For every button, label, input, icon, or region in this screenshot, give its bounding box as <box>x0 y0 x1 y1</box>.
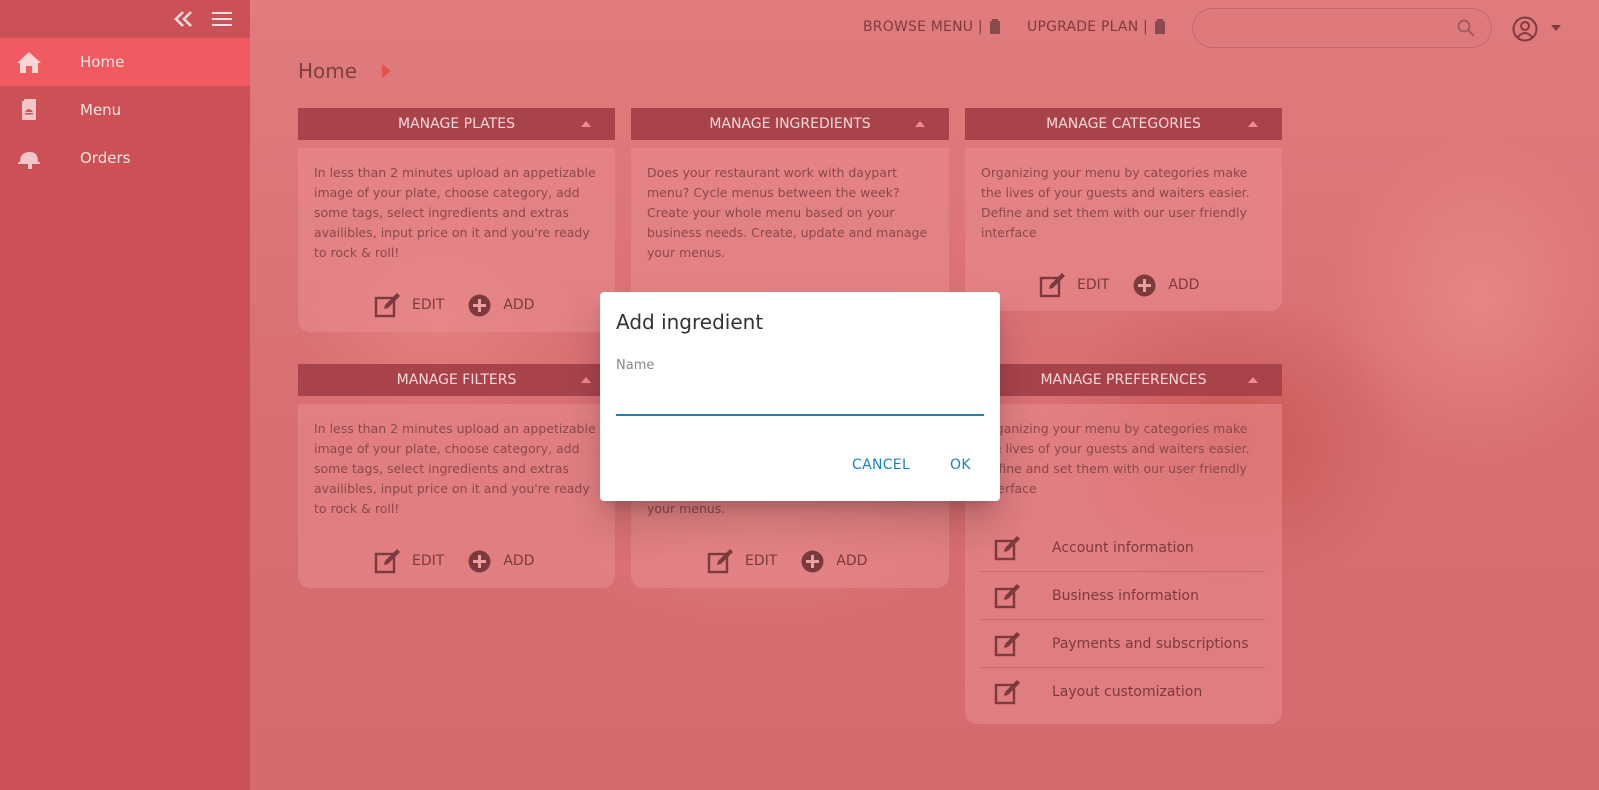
cancel-button[interactable]: CANCEL <box>852 457 910 473</box>
card-description: Organizing your menu by categories make … <box>981 165 1250 240</box>
edit-icon[interactable] <box>1039 272 1067 298</box>
ok-button[interactable]: OK <box>950 457 971 473</box>
card-title: MANAGE FILTERS <box>396 372 517 388</box>
card-title: MANAGE PLATES <box>398 116 515 132</box>
manage-ingredients-header[interactable]: MANAGE INGREDIENTS <box>631 108 949 140</box>
preference-payments-subscriptions[interactable]: Payments and subscriptions <box>980 620 1265 668</box>
hamburger-menu-icon[interactable] <box>211 11 233 27</box>
edit-icon[interactable] <box>707 548 735 574</box>
double-chevron-left-icon[interactable] <box>173 10 195 28</box>
manage-preferences-header[interactable]: MANAGE PREFERENCES <box>965 364 1282 396</box>
edit-button[interactable]: EDIT <box>412 297 444 313</box>
edit-icon <box>994 632 1020 657</box>
card-description: Organizing your menu by categories make … <box>981 421 1250 496</box>
add-button[interactable]: ADD <box>1168 277 1199 293</box>
collapse-arrow-icon[interactable] <box>915 121 925 127</box>
breadcrumb-arrow-icon <box>382 64 391 78</box>
edit-icon <box>994 536 1020 561</box>
upgrade-plan-label: UPGRADE PLAN | <box>1027 19 1148 35</box>
card-title: MANAGE INGREDIENTS <box>709 116 871 132</box>
card-description: In less than 2 minutes upload an appetiz… <box>314 421 596 516</box>
collapse-arrow-icon[interactable] <box>581 377 591 383</box>
preference-account-information[interactable]: Account information <box>980 524 1265 572</box>
collapse-arrow-icon[interactable] <box>581 121 591 127</box>
preference-business-information[interactable]: Business information <box>980 572 1265 620</box>
sidebar-item-label: Home <box>80 53 125 71</box>
preference-label: Business information <box>1052 587 1199 604</box>
preference-label: Payments and subscriptions <box>1052 635 1249 652</box>
dialog-title: Add ingredient <box>616 310 764 334</box>
card-title: MANAGE CATEGORIES <box>1046 116 1201 132</box>
menu-tag-icon <box>1154 19 1165 34</box>
sidebar-item-label: Menu <box>80 101 122 119</box>
name-field[interactable] <box>616 380 984 416</box>
sidebar: Home Menu Orders <box>0 0 250 790</box>
card-actions: EDIT ADD <box>707 548 867 574</box>
edit-icon[interactable] <box>374 292 402 318</box>
edit-button[interactable]: EDIT <box>1077 277 1109 293</box>
edit-icon <box>994 680 1020 705</box>
name-field-label: Name <box>616 358 655 373</box>
sidebar-item-label: Orders <box>80 149 131 167</box>
preference-label: Layout customization <box>1052 684 1203 700</box>
sidebar-item-orders[interactable]: Orders <box>0 134 250 182</box>
add-ingredient-dialog: Add ingredient Name CANCEL OK <box>600 292 1000 501</box>
add-circle-icon[interactable] <box>468 294 491 317</box>
home-icon <box>17 52 41 73</box>
collapse-arrow-icon[interactable] <box>1248 121 1258 127</box>
card-description: your menus. <box>647 501 726 516</box>
manage-filters-header[interactable]: MANAGE FILTERS <box>298 364 615 396</box>
sidebar-header <box>0 0 250 38</box>
add-button[interactable]: ADD <box>503 553 534 569</box>
add-circle-icon[interactable] <box>468 550 491 573</box>
card-actions: EDIT ADD <box>1039 272 1199 298</box>
search-input[interactable] <box>1192 8 1492 48</box>
cloche-icon <box>18 152 40 169</box>
browse-menu-link[interactable]: BROWSE MENU | <box>863 19 1001 35</box>
add-circle-icon[interactable] <box>801 550 824 573</box>
manage-plates-header[interactable]: MANAGE PLATES <box>298 108 615 140</box>
upgrade-plan-link[interactable]: UPGRADE PLAN | <box>1027 19 1166 35</box>
user-avatar-icon[interactable] <box>1512 16 1538 42</box>
menu-tag-icon <box>989 19 1000 34</box>
add-circle-icon[interactable] <box>1133 274 1156 297</box>
edit-icon[interactable] <box>374 548 402 574</box>
sidebar-item-home[interactable]: Home <box>0 38 250 86</box>
sidebar-item-menu[interactable]: Menu <box>0 86 250 134</box>
card-description: In less than 2 minutes upload an appetiz… <box>314 165 596 260</box>
menu-book-icon <box>22 99 36 120</box>
edit-button[interactable]: EDIT <box>412 553 444 569</box>
collapse-arrow-icon[interactable] <box>1248 377 1258 383</box>
page-title: Home <box>298 59 358 83</box>
chevron-down-icon[interactable] <box>1551 25 1561 31</box>
card-title: MANAGE PREFERENCES <box>1040 372 1207 388</box>
search-icon[interactable] <box>1457 19 1475 37</box>
edit-icon <box>994 584 1020 609</box>
manage-categories-header[interactable]: MANAGE CATEGORIES <box>965 108 1282 140</box>
edit-button[interactable]: EDIT <box>745 553 777 569</box>
card-description: Does your restaurant work with daypart m… <box>647 165 928 260</box>
card-actions: EDIT ADD <box>374 548 534 574</box>
card-actions: EDIT ADD <box>374 292 534 318</box>
preference-label: Account information <box>1052 539 1194 556</box>
add-button[interactable]: ADD <box>836 553 867 569</box>
add-button[interactable]: ADD <box>503 297 534 313</box>
browse-menu-label: BROWSE MENU | <box>863 19 983 35</box>
preference-layout-customization[interactable]: Layout customization <box>980 668 1265 716</box>
